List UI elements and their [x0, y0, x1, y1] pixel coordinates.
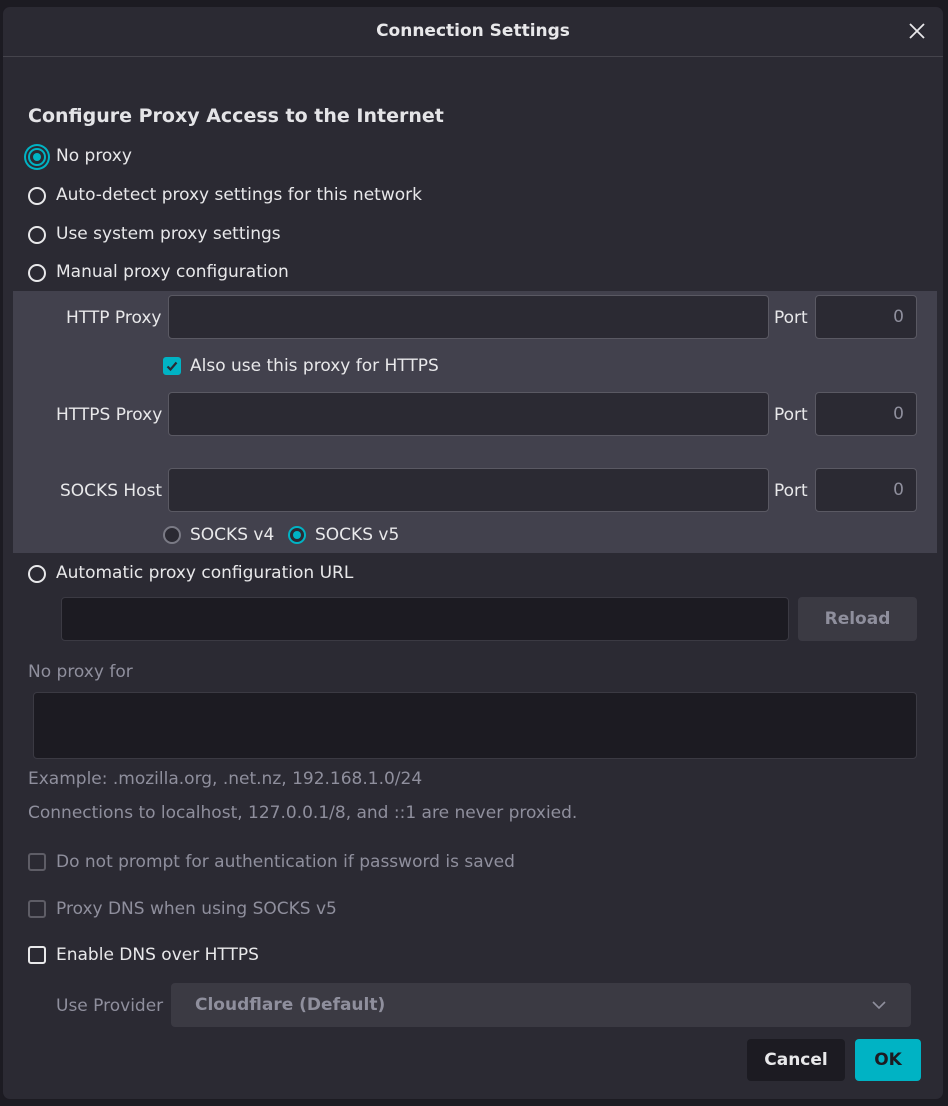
cancel-button[interactable]: Cancel [747, 1039, 845, 1081]
http-port-label: Port [774, 308, 808, 328]
also-https-label: Also use this proxy for HTTPS [190, 356, 439, 376]
also-https-checkbox[interactable] [163, 357, 181, 375]
https-port-input[interactable]: 0 [815, 392, 917, 436]
system-proxy-label: Use system proxy settings [56, 224, 281, 244]
chevron-down-icon [872, 1001, 886, 1010]
https-proxy-input[interactable] [168, 392, 769, 436]
socks-host-label: SOCKS Host [60, 481, 163, 501]
http-proxy-input[interactable] [168, 295, 769, 339]
manual-proxy-label: Manual proxy configuration [56, 262, 289, 282]
socks-v5-label: SOCKS v5 [315, 525, 400, 545]
checkmark-icon [166, 361, 178, 372]
https-port-label: Port [774, 405, 808, 425]
socks-port-input[interactable]: 0 [815, 468, 917, 512]
socks-host-input[interactable] [168, 468, 769, 512]
auto-detect-radio[interactable] [28, 187, 46, 205]
auto-detect-label: Auto-detect proxy settings for this netw… [56, 185, 422, 205]
socks-v4-label: SOCKS v4 [190, 525, 275, 545]
dns-over-https-checkbox[interactable] [28, 946, 46, 964]
no-proxy-for-label: No proxy for [28, 662, 133, 682]
dns-over-https-label: Enable DNS over HTTPS [56, 945, 259, 965]
no-proxy-for-textarea[interactable] [33, 692, 917, 759]
system-proxy-radio[interactable] [28, 226, 46, 244]
close-icon [909, 23, 925, 39]
auto-config-url-label: Automatic proxy configuration URL [56, 563, 354, 583]
dialog-titlebar: Connection Settings [3, 7, 943, 57]
provider-selected-value: Cloudflare (Default) [195, 995, 386, 1015]
provider-select[interactable]: Cloudflare (Default) [171, 983, 911, 1027]
proxy-dns-checkbox[interactable] [28, 900, 46, 918]
socks-v5-radio[interactable] [288, 526, 306, 544]
no-proxy-radio[interactable] [28, 148, 46, 166]
socks-port-label: Port [774, 481, 808, 501]
http-port-input[interactable]: 0 [815, 295, 917, 339]
ok-button[interactable]: OK [855, 1039, 921, 1081]
reload-button[interactable]: Reload [798, 597, 917, 641]
dialog-title: Connection Settings [376, 21, 570, 41]
no-proxy-example: Example: .mozilla.org, .net.nz, 192.168.… [28, 769, 423, 789]
http-proxy-label: HTTP Proxy [66, 308, 162, 328]
no-proxy-label: No proxy [56, 146, 132, 166]
socks-v4-radio[interactable] [163, 526, 181, 544]
localhost-note: Connections to localhost, 127.0.0.1/8, a… [28, 803, 578, 823]
no-auth-prompt-checkbox[interactable] [28, 853, 46, 871]
section-heading: Configure Proxy Access to the Internet [28, 105, 444, 127]
auto-config-url-input[interactable] [61, 597, 789, 641]
https-proxy-label: HTTPS Proxy [56, 405, 163, 425]
connection-settings-dialog: Connection Settings Configure Proxy Acce… [2, 6, 944, 1100]
use-provider-label: Use Provider [56, 996, 164, 1016]
proxy-dns-label: Proxy DNS when using SOCKS v5 [56, 899, 337, 919]
manual-proxy-radio[interactable] [28, 264, 46, 282]
no-auth-prompt-label: Do not prompt for authentication if pass… [56, 852, 515, 872]
close-button[interactable] [905, 19, 929, 43]
auto-config-url-radio[interactable] [28, 565, 46, 583]
